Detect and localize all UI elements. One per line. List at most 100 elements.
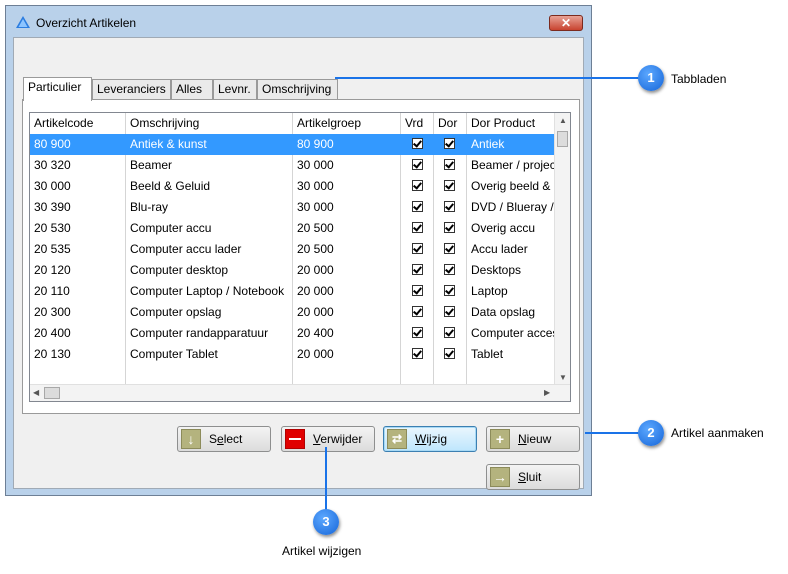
cell-desc: Beeld & Geluid — [130, 179, 211, 193]
table-row[interactable]: 30 390 Blu-ray 30 000 DVD / Blueray / C — [30, 197, 560, 218]
checkbox-dor[interactable] — [444, 138, 455, 149]
cell-product: Overig beeld & g — [471, 179, 560, 193]
checkbox-dor[interactable] — [444, 306, 455, 317]
checkbox-dor[interactable] — [444, 243, 455, 254]
cell-code: 20 400 — [34, 326, 71, 340]
callout-1-badge: 1 — [638, 65, 664, 91]
checkbox-dor[interactable] — [444, 348, 455, 359]
cell-group: 20 500 — [297, 242, 334, 256]
table-row[interactable]: 20 530 Computer accu 20 500 Overig accu — [30, 218, 560, 239]
vertical-scroll-thumb[interactable] — [557, 131, 568, 147]
checkbox-vrd[interactable] — [412, 201, 423, 212]
plus-icon: + — [490, 429, 510, 449]
column-header-artikelgroep[interactable]: Artikelgroep — [293, 113, 401, 134]
column-header-artikelcode[interactable]: Artikelcode — [30, 113, 126, 134]
select-button-label: Select — [209, 427, 242, 451]
cell-code: 20 120 — [34, 263, 71, 277]
label-part: erwijder — [320, 432, 363, 446]
checkbox-vrd[interactable] — [412, 243, 423, 254]
column-header-dor-product[interactable]: Dor Product — [467, 113, 560, 134]
column-header-dor[interactable]: Dor — [434, 113, 467, 134]
horizontal-scrollbar[interactable]: ◀ ▶ — [30, 384, 570, 401]
table-row[interactable]: 20 535 Computer accu lader 20 500 Accu lade… — [30, 239, 560, 260]
label-part: luit — [526, 470, 542, 484]
verwijder-button-label: Verwijder — [313, 427, 362, 451]
callout-2-badge: 2 — [638, 420, 664, 446]
scroll-right-icon[interactable]: ▶ — [544, 388, 550, 397]
cell-group: 80 900 — [297, 137, 334, 151]
sluit-button[interactable]: → Sluit — [486, 464, 580, 490]
cell-product: Antiek — [471, 137, 505, 151]
table-row[interactable]: 80 900 Antiek & kunst 80 900 Antiek — [30, 134, 560, 155]
callout-1-line — [335, 77, 639, 79]
cell-group: 20 000 — [297, 263, 334, 277]
select-button[interactable]: ↓ Select — [177, 426, 271, 452]
arrow-down-icon: ↓ — [181, 429, 201, 449]
cell-code: 20 535 — [34, 242, 71, 256]
cell-group: 30 000 — [297, 158, 334, 172]
checkbox-dor[interactable] — [444, 159, 455, 170]
label-part: lect — [223, 432, 243, 446]
checkbox-vrd[interactable] — [412, 264, 423, 275]
cell-product: Data opslag — [471, 305, 536, 319]
tab-levnr[interactable]: Levnr. — [213, 79, 257, 99]
callout-3-line — [325, 447, 327, 510]
scroll-up-icon[interactable]: ▲ — [559, 116, 567, 125]
scroll-left-icon[interactable]: ◀ — [33, 388, 39, 397]
table-row[interactable]: 30 000 Beeld & Geluid 30 000 Overig beeld &… — [30, 176, 560, 197]
checkbox-vrd[interactable] — [412, 180, 423, 191]
checkbox-vrd[interactable] — [412, 306, 423, 317]
article-grid[interactable]: Artikelcode Omschrijving Artikelgroep Vr… — [29, 112, 571, 402]
checkbox-vrd[interactable] — [412, 222, 423, 233]
tab-omschrijving[interactable]: Omschrijving — [257, 79, 338, 99]
column-header-vrd[interactable]: Vrd — [401, 113, 434, 134]
label-accelerator: S — [518, 470, 527, 484]
nieuw-button[interactable]: + Nieuw — [486, 426, 580, 452]
cell-code: 20 130 — [34, 347, 71, 361]
cell-group: 20 000 — [297, 284, 334, 298]
cell-group: 20 400 — [297, 326, 334, 340]
vertical-scrollbar[interactable]: ▲ ▼ — [554, 113, 570, 385]
tab-particulier[interactable]: Particulier — [23, 77, 92, 101]
tab-leveranciers[interactable]: Leveranciers — [92, 79, 171, 99]
title-bar[interactable]: Overzicht Artikelen ✕ — [6, 6, 591, 36]
cell-desc: Computer Laptop / Notebook — [130, 284, 285, 298]
checkbox-dor[interactable] — [444, 180, 455, 191]
minus-icon — [285, 429, 305, 449]
label-part: S — [209, 432, 218, 446]
cell-desc: Computer desktop — [130, 263, 229, 277]
checkbox-vrd[interactable] — [412, 327, 423, 338]
shuffle-icon: ⇄ — [387, 429, 407, 449]
cell-product: Accu lader — [471, 242, 528, 256]
client-area: Particulier Leveranciers Alles Levnr. Om… — [13, 37, 584, 490]
checkbox-dor[interactable] — [444, 201, 455, 212]
checkbox-dor[interactable] — [444, 222, 455, 233]
cell-desc: Antiek & kunst — [130, 137, 207, 151]
tab-alles[interactable]: Alles — [171, 79, 213, 99]
cell-desc: Computer opslag — [130, 305, 222, 319]
checkbox-vrd[interactable] — [412, 285, 423, 296]
label-accelerator: N — [518, 432, 527, 446]
table-row[interactable]: 20 300 Computer opslag 20 000 Data opslag — [30, 302, 560, 323]
checkbox-dor[interactable] — [444, 285, 455, 296]
checkbox-dor[interactable] — [444, 264, 455, 275]
checkbox-dor[interactable] — [444, 327, 455, 338]
table-row[interactable]: 30 320 Beamer 30 000 Beamer / projec — [30, 155, 560, 176]
cell-product: Tablet — [471, 347, 504, 361]
checkbox-vrd[interactable] — [412, 138, 423, 149]
cell-group: 30 000 — [297, 179, 334, 193]
horizontal-scroll-thumb[interactable] — [44, 387, 60, 399]
table-row[interactable]: 20 400 Computer randapparatuur 20 400 Compu… — [30, 323, 560, 344]
column-header-omschrijving[interactable]: Omschrijving — [126, 113, 293, 134]
scroll-down-icon[interactable]: ▼ — [559, 373, 567, 382]
close-button[interactable]: ✕ — [549, 15, 583, 31]
checkbox-vrd[interactable] — [412, 348, 423, 359]
table-row[interactable]: 20 120 Computer desktop 20 000 Desktops — [30, 260, 560, 281]
verwijder-button[interactable]: Verwijder — [281, 426, 375, 452]
wijzig-button[interactable]: ⇄ Wijzig — [383, 426, 477, 452]
table-row[interactable]: 20 130 Computer Tablet 20 000 Tablet — [30, 344, 560, 365]
cell-product: Overig accu — [471, 221, 536, 235]
table-row[interactable]: 20 110 Computer Laptop / Notebook 20 000 La… — [30, 281, 560, 302]
arrow-right-icon: → — [490, 467, 510, 487]
checkbox-vrd[interactable] — [412, 159, 423, 170]
